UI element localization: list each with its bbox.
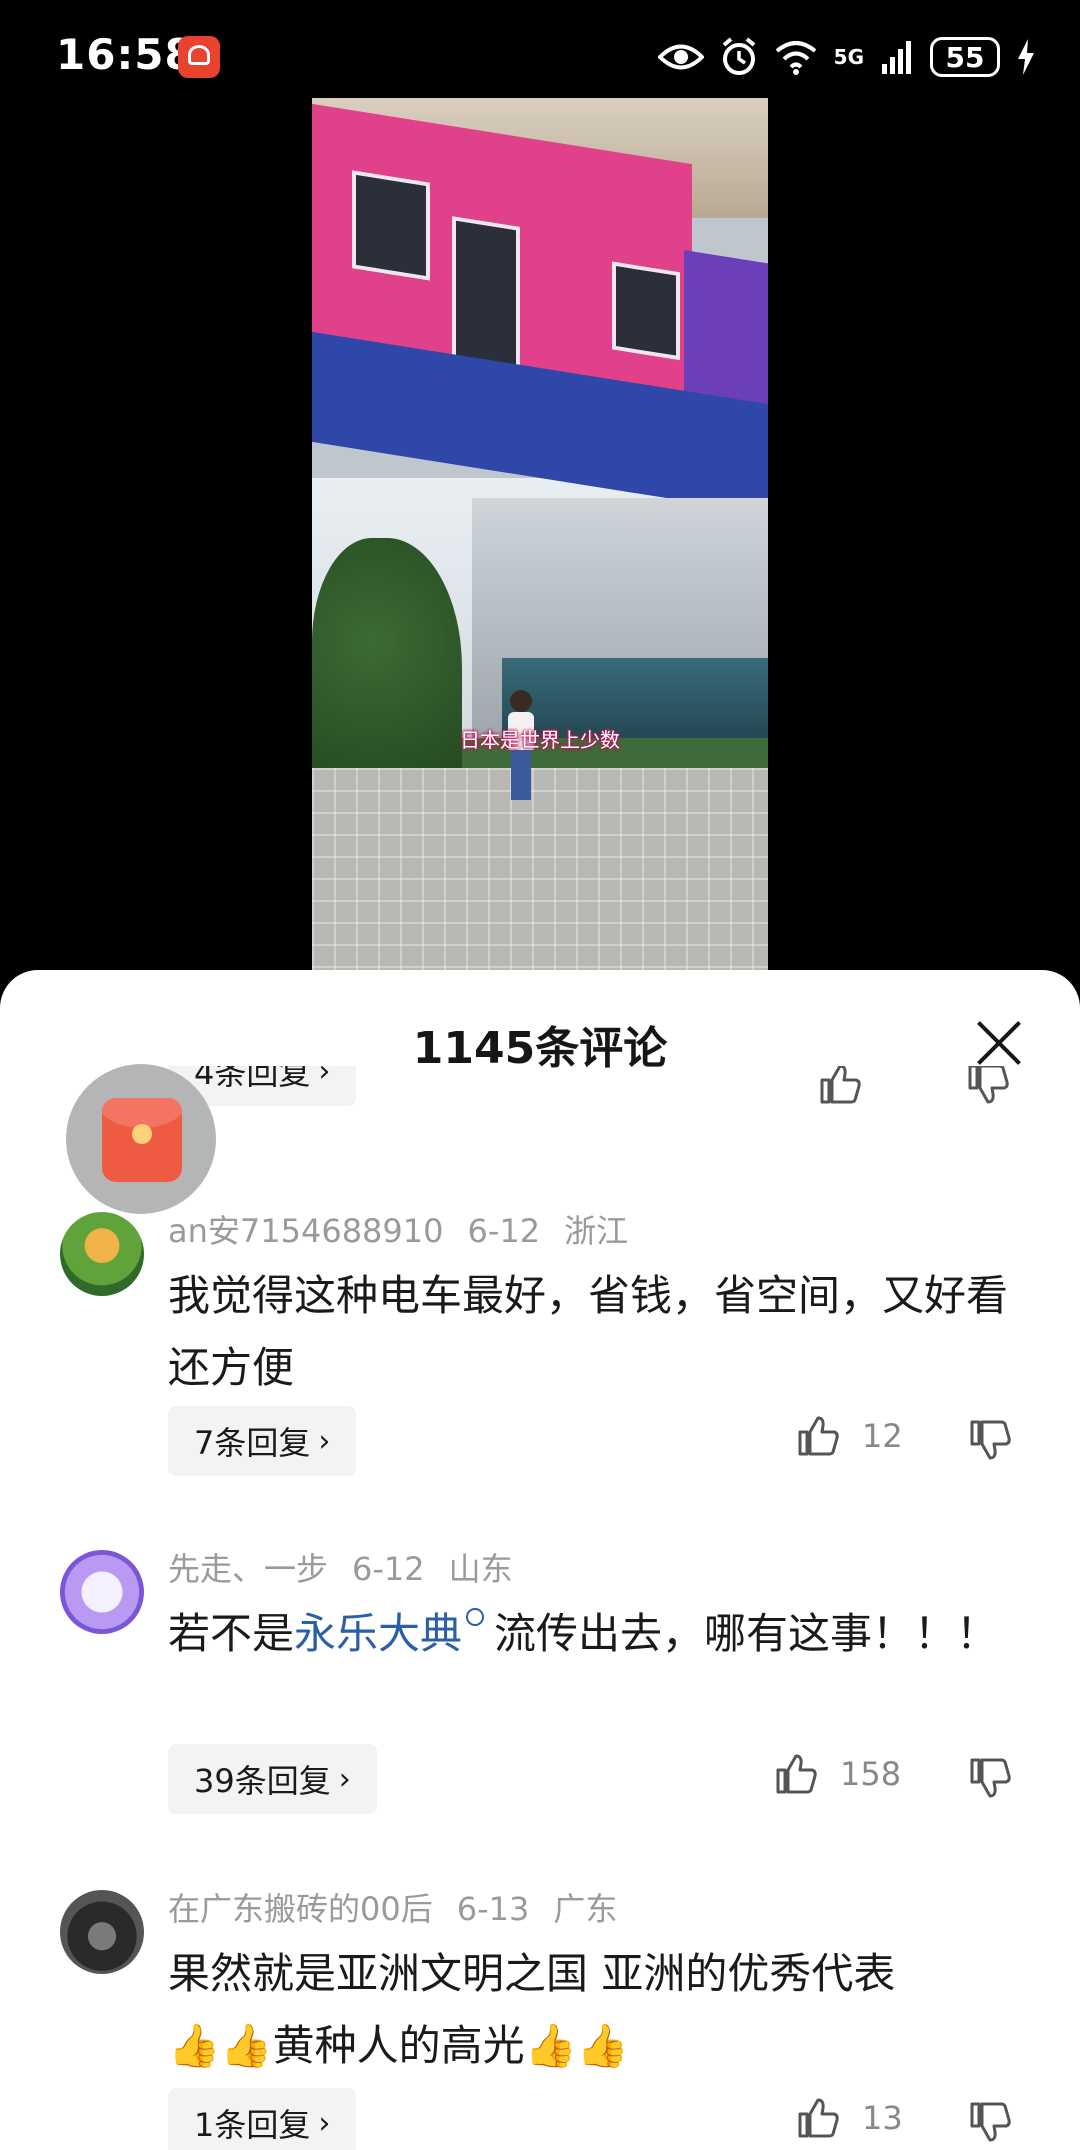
video-train-door [452,216,520,375]
comment-date: 6-13 [456,1890,530,1928]
like-count: 12 [862,1417,903,1455]
comment-item[interactable]: 在广东搬砖的00后 6-13 广东 果然就是亚洲文明之国 亚洲的优秀代表 👍👍黄种人… [0,1884,1080,2150]
comment-text: 我觉得这种电车最好，省钱，省空间，又好看还方便 [168,1271,1009,1392]
video-tiled-plaza [312,768,768,970]
comment-text: 果然就是亚洲文明之国 亚洲的优秀代表 👍👍黄种人的高光👍👍 [168,1938,1018,2082]
comment-text-part: 流传出去，哪有这事！！！ [494,1609,999,1658]
comment-text-line: 果然就是亚洲文明之国 亚洲的优秀代表 [168,1949,896,1998]
comment-location: 广东 [553,1890,618,1928]
alarm-icon [722,37,755,75]
comment-item[interactable]: an安7154688910 6-12 浙江 我觉得这种电车最好，省钱，省空间，又好看… [0,1206,1080,1516]
like-button[interactable]: 12 [796,1414,903,1458]
thumbs-up-emoji: 👍 [168,2021,221,2070]
reply-count-label: 1条回复 [194,2106,311,2144]
view-replies-button[interactable]: 1条回复 › [168,2088,357,2150]
video-train-window [352,170,430,281]
thumbs-up-emoji: 👍 [220,2021,273,2070]
like-button[interactable]: 13 [796,2096,903,2140]
battery-icon: 55 [930,37,1000,77]
reply-count-label: 7条回复 [194,1424,311,1462]
video-player[interactable]: 日本是世界上少数 [312,98,768,970]
comment-meta: 在广东搬砖的00后 6-13 广东 [168,1884,641,1930]
video-subtitle: 日本是世界上少数 [460,728,620,752]
like-count: 158 [840,1755,902,1793]
comment-item[interactable]: 先走、一步 6-12 山东 若不是永乐大典 流传出去，哪有这事！！！ 39条回复 › 1… [0,1544,1080,1854]
comment-location: 浙江 [564,1212,629,1250]
video-train-window [612,261,680,361]
video-trees [312,538,462,798]
thumbs-down-icon[interactable] [968,1418,1012,1462]
red-envelope-shape [102,1098,182,1182]
avatar[interactable] [60,1890,144,1974]
comment-username[interactable]: 先走、一步 [168,1550,328,1588]
red-packet-icon[interactable] [66,1064,216,1214]
thumbs-down-icon[interactable] [968,1756,1012,1800]
reply-count-label: 39条回复 [194,1762,331,1800]
status-bar: 16:58 5G 55 [0,0,1080,110]
thumbs-up-icon[interactable] [796,1414,840,1458]
comment-meta: 先走、一步 6-12 山东 [168,1544,537,1590]
thumbs-up-icon[interactable] [774,1752,818,1796]
search-icon [466,1608,485,1626]
comment-meta: an安7154688910 6-12 浙江 [168,1206,652,1252]
wifi-icon [775,41,816,75]
like-button[interactable]: 158 [774,1752,901,1796]
comment-date: 6-12 [467,1212,541,1250]
thumbs-up-emoji: 👍 [524,2021,577,2070]
avatar[interactable] [60,1212,144,1296]
reply-count-label: 4条回复 [194,1066,311,1092]
charging-icon [1018,39,1034,75]
like-count: 13 [862,2099,903,2137]
comment-username[interactable]: 在广东搬砖的00后 [168,1890,433,1928]
thumbs-up-emoji: 👍 [576,2021,630,2070]
thumbs-up-icon[interactable] [818,1066,862,1106]
comment-location: 山东 [448,1550,513,1588]
status-time: 16:58 [56,30,195,79]
thumbs-up-icon[interactable] [796,2096,840,2140]
thumbs-down-icon[interactable] [966,1066,1010,1106]
thumbs-down-icon[interactable] [968,2100,1012,2144]
view-replies-button[interactable]: 7条回复 › [168,1406,357,1476]
comment-date: 6-12 [352,1550,425,1588]
comment-emoji-line: 👍👍黄种人的高光👍👍 [168,2010,1018,2082]
view-replies-button[interactable]: 39条回复 › [168,1744,377,1814]
comment-text: 若不是永乐大典 流传出去，哪有这事！！！ [168,1598,1018,1670]
network-type-label: 5G [833,45,864,69]
close-icon[interactable] [974,1018,1024,1068]
avatar[interactable] [60,1550,144,1634]
signal-icon [882,41,911,74]
app-notification-icon [178,36,220,78]
comment-text-part: 黄种人的高光 [272,2021,525,2070]
search-keyword-link[interactable]: 永乐大典 [294,1609,462,1658]
comment-username[interactable]: an安7154688910 [168,1212,444,1250]
battery-level: 55 [945,40,985,74]
eye-icon [657,44,704,70]
status-icons: 5G 55 [657,34,1036,80]
comment-text-part: 若不是 [168,1609,295,1658]
